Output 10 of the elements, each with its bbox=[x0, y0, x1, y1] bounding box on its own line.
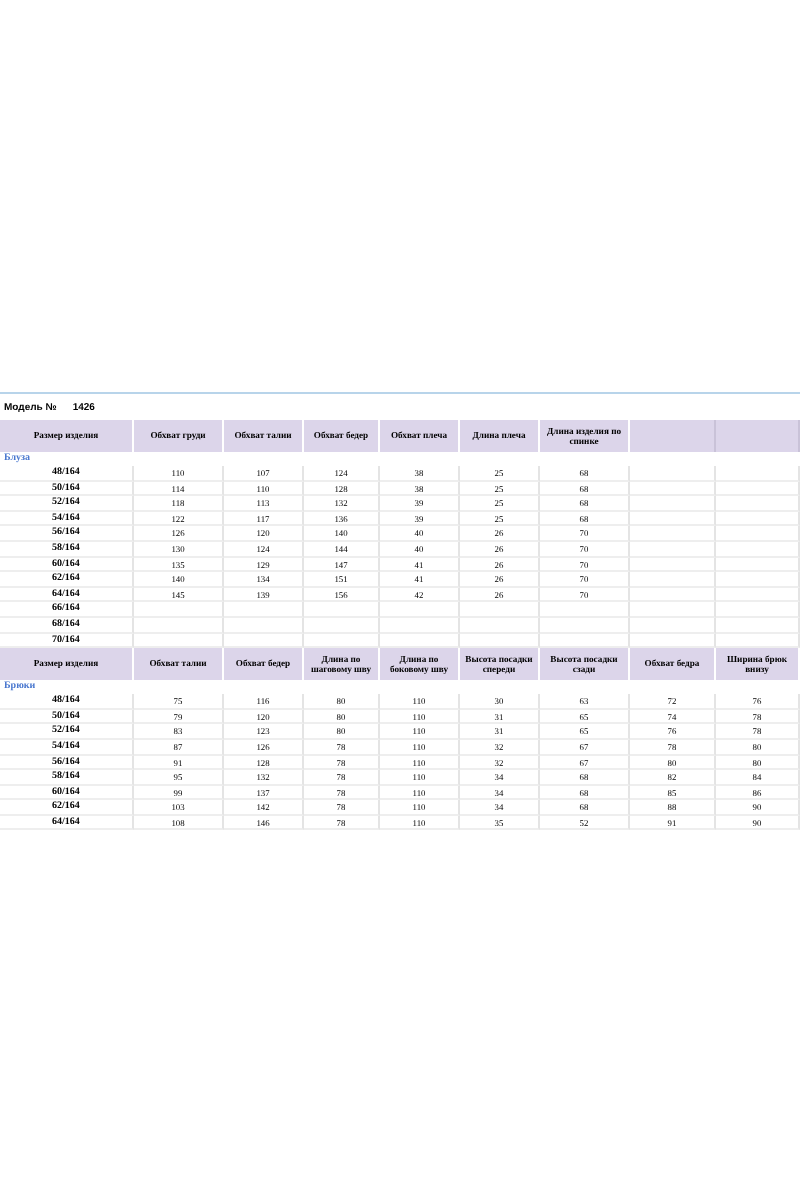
empty-cell bbox=[224, 617, 304, 634]
empty-cell bbox=[630, 541, 716, 558]
empty-cell bbox=[540, 617, 630, 634]
empty-cell bbox=[380, 617, 460, 634]
empty-cell bbox=[460, 617, 540, 634]
empty-cell bbox=[716, 541, 800, 558]
empty-cell bbox=[304, 617, 380, 634]
empty-cell bbox=[716, 617, 800, 634]
empty-cell bbox=[630, 617, 716, 634]
empty-cell bbox=[134, 617, 224, 634]
